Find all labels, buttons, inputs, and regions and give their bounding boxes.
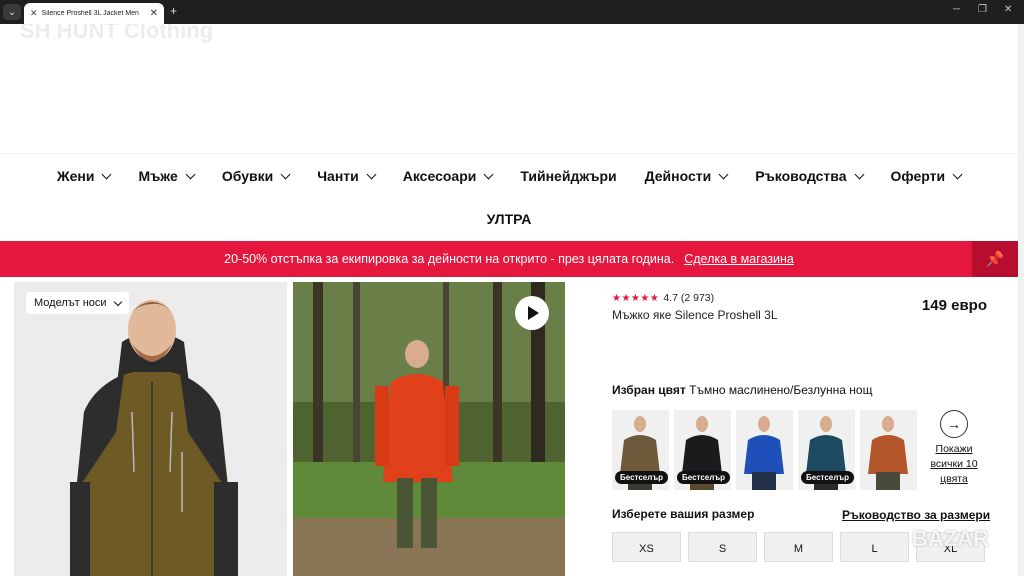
chevron-down-icon	[854, 169, 864, 179]
size-option[interactable]: XS	[612, 532, 681, 562]
favicon-icon: ✕	[30, 8, 38, 18]
size-option[interactable]: L	[840, 532, 909, 562]
nav-item-7[interactable]: Ръководства	[741, 166, 876, 186]
bestseller-badge: Бестселър	[677, 471, 731, 484]
tab-search-icon[interactable]: ⌄	[3, 4, 21, 20]
nav-item-label: Ръководства	[755, 168, 847, 184]
product-info: ★★★★★ 4.7 (2 973) Мъжко яке Silence Pros…	[612, 292, 987, 322]
page: SH HUNT Clothing Жени Мъже Обувки Чанти Аксе…	[0, 24, 1024, 576]
nav-item-label: Дейности	[644, 168, 712, 184]
show-all-colors-link[interactable]: Покажи всички 10 цвята	[928, 442, 980, 487]
promo-link[interactable]: Сделка в магазина	[684, 252, 794, 266]
rating-value: 4.7	[663, 292, 678, 304]
minimize-button[interactable]: ─	[953, 4, 960, 15]
pin-icon[interactable]: 📌	[972, 241, 1018, 277]
color-swatch[interactable]	[736, 410, 793, 490]
review-count: (2 973)	[680, 292, 715, 304]
nav-item-label: Оферти	[890, 168, 946, 184]
tab-close-icon[interactable]: ✕	[150, 8, 158, 19]
star-rating-icon: ★★★★★	[612, 292, 660, 304]
bestseller-badge: Бестселър	[801, 471, 855, 484]
nav-item-label: Аксесоари	[402, 168, 477, 184]
chevron-down-icon	[280, 169, 291, 179]
promo-banner: 20-50% отстъпка за екипировка за дейност…	[0, 241, 1018, 277]
product-image-main[interactable]: Моделът носи	[14, 282, 287, 576]
nav-item-label: Мъже	[138, 168, 178, 184]
nav-item-ultra[interactable]: УЛТРА	[0, 211, 1018, 227]
nav-item-label: Тийнейджъри	[520, 168, 617, 184]
site-logo[interactable]: SH HUNT Clothing	[20, 24, 213, 44]
close-window-button[interactable]: ✕	[1004, 4, 1012, 15]
nav-item-0[interactable]: Жени	[43, 166, 125, 186]
bestseller-badge: Бестселър	[615, 471, 669, 484]
chevron-down-icon	[483, 169, 494, 179]
model-wears-dropdown[interactable]: Моделът носи	[26, 292, 129, 314]
scrollbar[interactable]	[1018, 24, 1024, 576]
maximize-button[interactable]: ❐	[978, 4, 987, 15]
selected-color-label: Избран цвят	[612, 383, 686, 397]
promo-text: 20-50% отстъпка за екипировка за дейност…	[224, 252, 675, 266]
nav-item-1[interactable]: Мъже	[124, 166, 207, 186]
nav-item-2[interactable]: Обувки	[208, 166, 303, 186]
main-navigation: Жени Мъже Обувки Чанти Аксесоари Тийнейджъри Д…	[0, 153, 1018, 241]
watermark-logo: BAZAR	[912, 526, 989, 551]
size-guide-link[interactable]: Ръководство за размери	[842, 508, 990, 522]
show-all-colors[interactable]: → Покажи всички 10 цвята	[928, 410, 980, 487]
color-swatch[interactable]: Бестселър	[674, 410, 731, 490]
nav-item-8[interactable]: Оферти	[877, 166, 976, 186]
color-swatch[interactable]: Бестселър	[798, 410, 855, 490]
selected-color: Избран цвят Тъмно маслинено/Безлунна нощ	[612, 383, 872, 397]
play-icon	[528, 306, 539, 320]
chevron-down-icon	[185, 169, 196, 179]
product-video-thumbnail[interactable]	[293, 282, 565, 576]
product-price: 149 евро	[921, 297, 987, 314]
size-option[interactable]: M	[764, 532, 833, 562]
chevron-down-icon	[101, 169, 112, 179]
chevron-down-icon	[113, 297, 122, 306]
chevron-down-icon	[366, 169, 377, 179]
play-video-button[interactable]	[515, 296, 549, 330]
selected-color-value: Тъмно маслинено/Безлунна нощ	[689, 383, 873, 397]
browser-tab-bar: ⌄ ✕ Silence Proshell 3L Jacket Men ✕ + ─…	[0, 0, 1024, 24]
arrow-right-icon[interactable]: →	[940, 410, 968, 438]
nav-item-6[interactable]: Дейности	[631, 166, 742, 186]
chevron-down-icon	[952, 169, 963, 179]
model-wears-label: Моделът носи	[34, 297, 107, 309]
color-swatch[interactable]: Бестселър	[612, 410, 669, 490]
nav-row: Жени Мъже Обувки Чанти Аксесоари Тийнейджъри Д…	[0, 166, 1018, 186]
nav-item-label: Чанти	[317, 168, 359, 184]
model-jacket-image	[14, 282, 287, 576]
nav-item-5[interactable]: Тийнейджъри	[506, 166, 630, 186]
swatch-model-image	[868, 416, 908, 490]
color-swatches: Бестселър Бестселър Бестселър	[612, 410, 917, 490]
nav-item-3[interactable]: Чанти	[303, 166, 389, 186]
tab-title: Silence Proshell 3L Jacket Men	[41, 10, 139, 17]
size-option[interactable]: S	[688, 532, 757, 562]
color-swatch[interactable]	[860, 410, 917, 490]
swatch-model-image	[744, 416, 784, 490]
size-label: Изберете вашия размер	[612, 507, 755, 521]
nav-item-label: Жени	[56, 168, 95, 184]
nav-item-label: Обувки	[221, 168, 274, 184]
chevron-down-icon	[718, 169, 729, 179]
new-tab-button[interactable]: +	[170, 4, 177, 18]
nav-item-4[interactable]: Аксесоари	[389, 166, 507, 186]
browser-tab[interactable]: ✕ Silence Proshell 3L Jacket Men ✕	[24, 3, 164, 24]
